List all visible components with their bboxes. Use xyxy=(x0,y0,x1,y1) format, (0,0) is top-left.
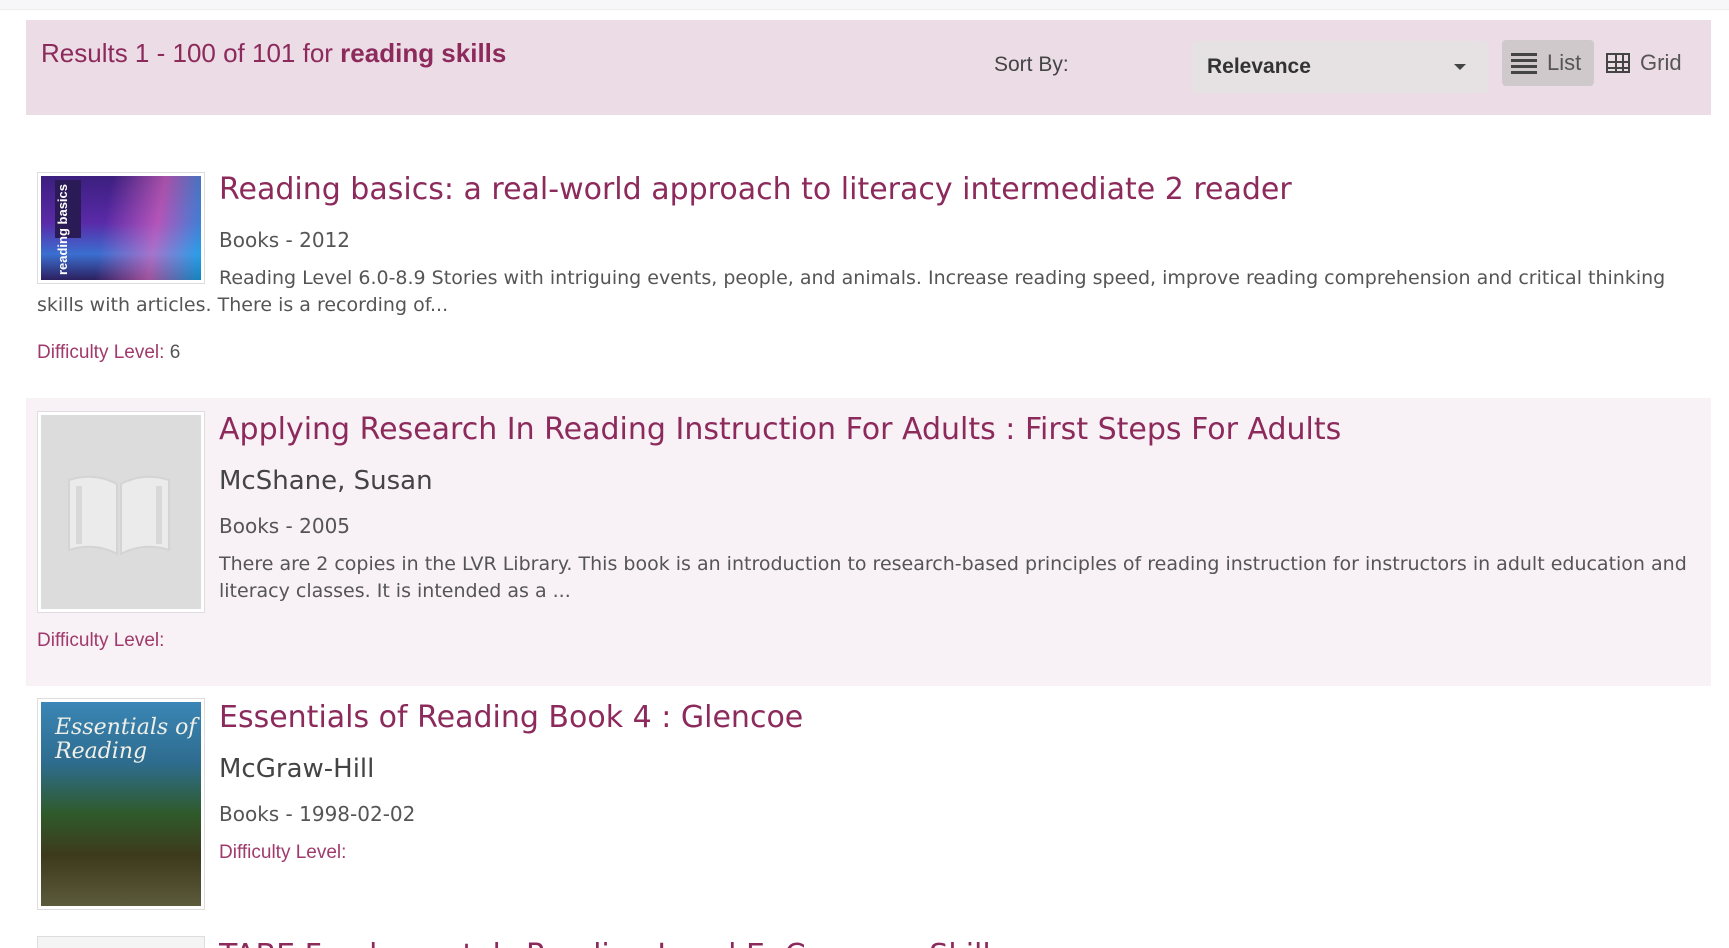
open-book-icon xyxy=(68,475,170,556)
difficulty-level: Difficulty Level: 6 xyxy=(37,342,180,364)
result-item: reading basics Reading basics: a real-wo… xyxy=(26,152,1711,392)
result-meta: Books - 1998-02-02 xyxy=(219,802,416,826)
list-view-button[interactable]: List xyxy=(1502,40,1594,86)
cover-placeholder xyxy=(41,415,201,609)
list-icon xyxy=(1511,52,1537,74)
grid-icon xyxy=(1606,53,1630,73)
difficulty-level: Difficulty Level: xyxy=(219,842,346,864)
sort-select-value: Relevance xyxy=(1207,55,1311,78)
difficulty-value: 6 xyxy=(164,342,181,363)
difficulty-label: Difficulty Level: xyxy=(219,842,347,863)
grid-view-button[interactable]: Grid xyxy=(1597,40,1707,86)
cover-image: Essentials of Reading xyxy=(41,702,201,906)
sort-label: Sort By: xyxy=(994,53,1069,76)
result-description: Reading Level 6.0-8.9 Stories with intri… xyxy=(37,267,1666,316)
result-title-link[interactable]: Applying Research In Reading Instruction… xyxy=(219,412,1341,447)
search-query: reading skills xyxy=(340,38,507,68)
cover-title: Essentials of Reading xyxy=(55,715,197,764)
result-meta: Books - 2012 xyxy=(219,228,351,252)
results-count: Results 1 - 100 of 101 for reading skill… xyxy=(41,38,506,69)
result-item: Essentials of Reading Essentials of Read… xyxy=(26,690,1711,930)
result-description: There are 2 copies in the LVR Library. T… xyxy=(219,553,1687,602)
result-title-link[interactable]: Reading basics: a real-world approach to… xyxy=(219,172,1292,207)
results-count-text: Results 1 - 100 of 101 for xyxy=(41,38,341,68)
book-cover-placeholder[interactable] xyxy=(37,411,205,613)
difficulty-level: Difficulty Level: xyxy=(37,630,164,652)
result-title-link-partial[interactable]: TABE Fundamentals Reading Level E: Commo… xyxy=(219,938,1006,948)
sort-select[interactable]: Relevance xyxy=(1192,41,1488,93)
results-bar: Results 1 - 100 of 101 for reading skill… xyxy=(26,20,1711,115)
cover-title: reading basics xyxy=(55,184,70,276)
result-author-link[interactable]: McGraw-Hill xyxy=(219,754,374,784)
result-title-link[interactable]: Essentials of Reading Book 4 : Glencoe xyxy=(219,700,803,735)
result-author-link[interactable]: McShane, Susan xyxy=(219,466,433,496)
top-edge xyxy=(0,0,1729,10)
book-cover-partial[interactable] xyxy=(37,936,205,948)
difficulty-label: Difficulty Level: xyxy=(37,342,165,363)
difficulty-label: Difficulty Level: xyxy=(37,630,165,651)
result-meta: Books - 2005 xyxy=(219,514,351,538)
chevron-down-icon xyxy=(1454,64,1466,70)
grid-view-label: Grid xyxy=(1640,50,1682,75)
book-cover[interactable]: Essentials of Reading xyxy=(37,698,205,910)
list-view-label: List xyxy=(1547,50,1582,75)
result-item: Applying Research In Reading Instruction… xyxy=(26,398,1711,686)
